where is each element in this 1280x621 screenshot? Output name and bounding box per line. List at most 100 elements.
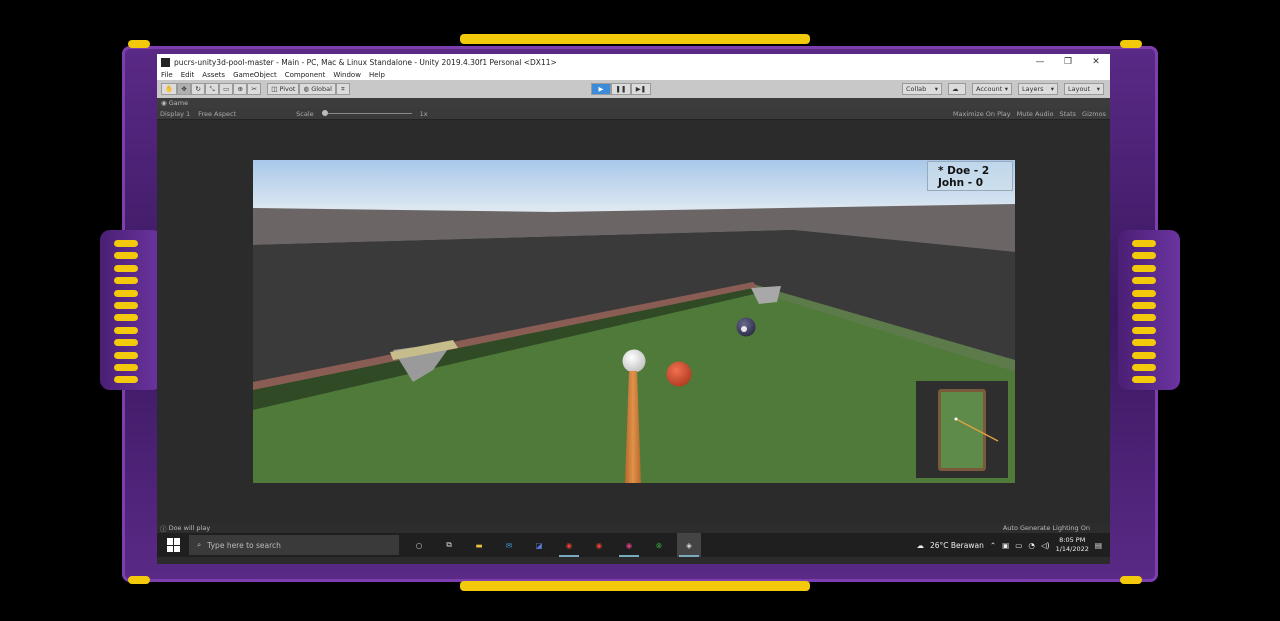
- frame-light-bar: [114, 252, 138, 260]
- layout-dropdown[interactable]: Layout ▾: [1064, 83, 1104, 95]
- status-bar: ⓘ Doe will play Auto Generate Lighting O…: [157, 523, 1110, 533]
- visual-studio-icon[interactable]: ◪: [527, 533, 551, 557]
- scoreboard: * Doe - 2 John - 0: [927, 161, 1013, 191]
- transform-tools: ✋ ✥ ↻ ⤡ ▭ ⊕ ✂: [161, 83, 262, 95]
- weather-text[interactable]: 26°C Berawan: [930, 541, 984, 550]
- menu-edit[interactable]: Edit: [181, 71, 195, 79]
- aspect-dropdown[interactable]: Free Aspect: [198, 110, 288, 118]
- gizmos-dropdown[interactable]: Gizmos: [1082, 110, 1106, 118]
- menu-window[interactable]: Window: [333, 71, 361, 79]
- taskbar-apps: ○ ⧉ ▬ ✉ ◪ ◉ ◉ ◉ ⊗ ◈: [407, 533, 701, 557]
- frame-light-bar: [114, 302, 138, 309]
- scale-value: 1x: [419, 109, 428, 118]
- tray-chevron-icon[interactable]: ⌃: [990, 541, 996, 550]
- mute-audio-toggle[interactable]: Mute Audio: [1017, 110, 1054, 118]
- menu-gameobject[interactable]: GameObject: [233, 71, 277, 79]
- cortana-icon[interactable]: ○: [407, 533, 431, 557]
- layers-dropdown[interactable]: Layers ▾: [1018, 83, 1058, 95]
- maximize-on-play-toggle[interactable]: Maximize On Play: [953, 110, 1011, 118]
- frame-top-bar: [460, 34, 810, 44]
- global-button[interactable]: ◍ Global: [299, 83, 336, 95]
- ball-number-dot: [741, 326, 747, 332]
- frame-light-bar: [114, 351, 138, 359]
- red-ball: [666, 361, 692, 387]
- collab-label: Collab: [906, 85, 927, 93]
- frame-light-bar: [1132, 289, 1156, 297]
- minimap-table: [938, 389, 999, 471]
- menu-component[interactable]: Component: [285, 71, 326, 79]
- main-toolbar: ✋ ✥ ↻ ⤡ ▭ ⊕ ✂ ◫ Pivot ◍ Global ⌗ ▶ ❚❚ ▶❚…: [157, 80, 1110, 98]
- rotate-tool-icon[interactable]: ↻: [191, 83, 206, 95]
- tray-app-icon[interactable]: ▣: [1002, 541, 1009, 550]
- frame-light-bar: [114, 277, 138, 285]
- rect-tool-icon[interactable]: ▭: [219, 83, 234, 95]
- scale-tool-icon[interactable]: ⤡: [205, 83, 220, 95]
- frame-light-bar: [114, 339, 138, 347]
- pause-button-icon[interactable]: ❚❚: [611, 83, 631, 95]
- snap-icon[interactable]: ⌗: [335, 83, 350, 95]
- minimize-button[interactable]: —: [1026, 57, 1054, 67]
- frame-light-bar: [1132, 302, 1156, 309]
- notification-icon[interactable]: ▤: [1095, 541, 1102, 550]
- menu-help[interactable]: Help: [369, 71, 385, 79]
- cloud-icon[interactable]: ☁: [948, 83, 966, 95]
- frame-light-bar: [1132, 351, 1156, 359]
- tray-battery-icon[interactable]: ▭: [1015, 541, 1022, 550]
- score-player-2: John - 0: [938, 177, 984, 189]
- frame-light-bar: [1132, 364, 1156, 371]
- move-tool-icon[interactable]: ✥: [177, 83, 192, 95]
- start-button-icon[interactable]: [167, 538, 181, 552]
- layout-label: Layout: [1068, 85, 1091, 93]
- menu-file[interactable]: File: [161, 71, 173, 79]
- scale-slider[interactable]: [321, 110, 412, 116]
- frame-light-bar: [114, 240, 138, 247]
- clock-time: 8:05 PM: [1059, 536, 1086, 544]
- play-controls: ▶ ❚❚ ▶❚: [591, 83, 651, 95]
- chrome-alt-icon[interactable]: ◉: [617, 533, 641, 557]
- unity-taskbar-icon[interactable]: ◈: [677, 533, 701, 557]
- display-dropdown[interactable]: Display 1: [160, 110, 190, 118]
- mail-icon[interactable]: ✉: [497, 533, 521, 557]
- tray-network-icon[interactable]: ◔: [1028, 541, 1035, 550]
- game-tab-icon: ◉: [161, 99, 169, 107]
- taskbar-clock[interactable]: 8:05 PM 1/14/2022: [1056, 536, 1089, 554]
- menu-assets[interactable]: Assets: [202, 71, 225, 79]
- hand-tool-icon[interactable]: ✋: [161, 83, 178, 95]
- xbox-icon[interactable]: ⊗: [647, 533, 671, 557]
- status-message: Doe will play: [168, 524, 211, 532]
- frame-light-bar: [1132, 240, 1156, 247]
- pivot-group: ◫ Pivot ◍ Global ⌗: [267, 83, 350, 95]
- task-view-icon[interactable]: ⧉: [437, 533, 461, 557]
- game-tab[interactable]: ◉ Game: [157, 98, 1110, 108]
- play-button-icon[interactable]: ▶: [591, 83, 611, 95]
- system-tray: ☁ 26°C Berawan ⌃ ▣ ▭ ◔ ◁) 8:05 PM 1/14/2…: [916, 533, 1102, 557]
- menu-bar: File Edit Assets GameObject Component Wi…: [157, 70, 1110, 80]
- frame-light-bar: [114, 314, 138, 322]
- close-button[interactable]: ✕: [1082, 57, 1110, 67]
- global-label: Global: [311, 85, 332, 93]
- stats-toggle[interactable]: Stats: [1059, 110, 1076, 118]
- collab-button[interactable]: Collab ▾: [902, 83, 942, 95]
- frame-light-bar: [1132, 277, 1156, 285]
- game-viewport-area: * Doe - 2 John - 0: [157, 120, 1110, 523]
- transform-tool-icon[interactable]: ⊕: [233, 83, 248, 95]
- chrome-icon[interactable]: ◉: [557, 533, 581, 557]
- step-button-icon[interactable]: ▶❚: [631, 83, 651, 95]
- layers-label: Layers: [1022, 85, 1044, 93]
- file-explorer-icon[interactable]: ▬: [467, 533, 491, 557]
- window-title: pucrs-unity3d-pool-master - Main - PC, M…: [174, 57, 557, 67]
- tray-volume-icon[interactable]: ◁): [1041, 541, 1050, 550]
- game-options: Maximize On Play Mute Audio Stats Gizmos: [953, 110, 1110, 118]
- scale-label: Scale: [296, 109, 314, 118]
- chrome-profile-icon[interactable]: ◉: [587, 533, 611, 557]
- frame-light-bar: [1132, 339, 1156, 347]
- restore-button[interactable]: ❐: [1054, 57, 1082, 67]
- score-player-1: * Doe - 2: [938, 165, 990, 177]
- pivot-button[interactable]: ◫ Pivot: [267, 83, 300, 95]
- game-view[interactable]: * Doe - 2 John - 0: [253, 160, 1015, 483]
- account-dropdown[interactable]: Account ▾: [972, 83, 1012, 95]
- custom-tool-icon[interactable]: ✂: [247, 83, 262, 95]
- taskbar-search[interactable]: ⌕ Type here to search: [189, 535, 399, 555]
- frame-light-bar: [1132, 314, 1156, 322]
- frame-corner-dot: [128, 576, 150, 584]
